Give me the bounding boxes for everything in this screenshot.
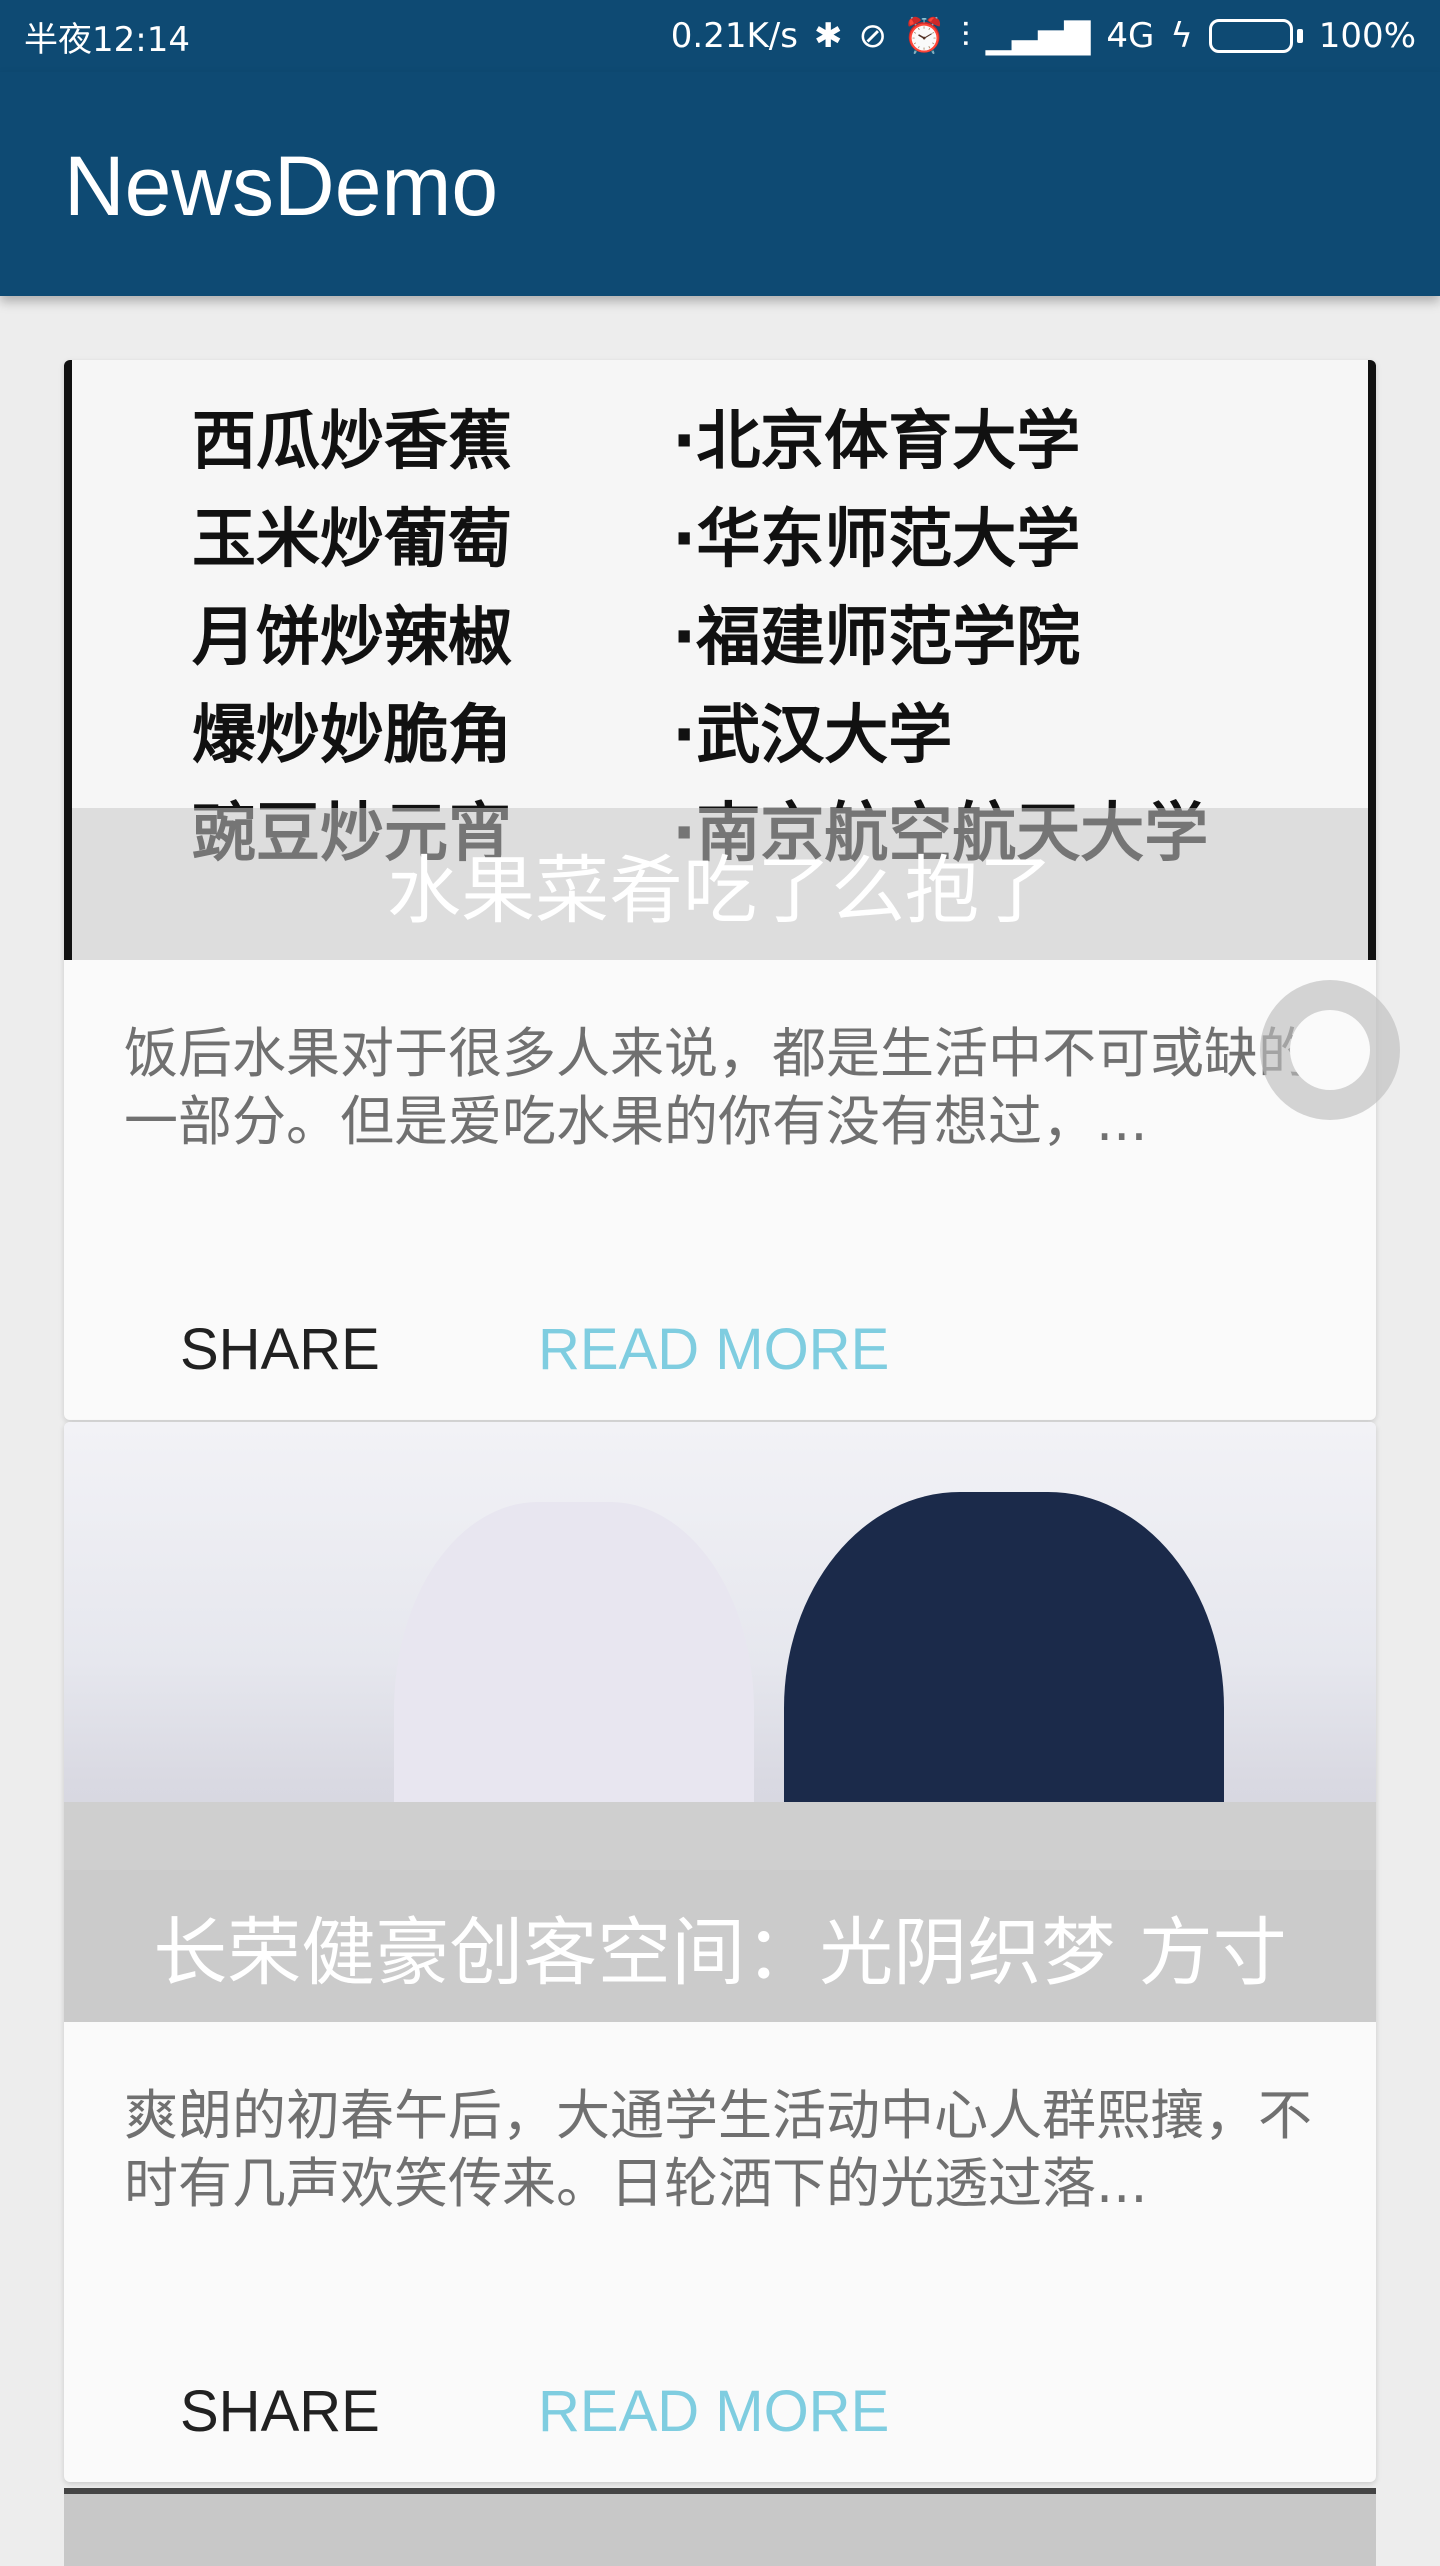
news-card-2[interactable]: 长荣健豪创客空间：光阴织梦 方寸 爽朗的初春午后，大通学生活动中心人群熙攘，不时… bbox=[64, 1422, 1376, 2482]
loading-spinner-icon bbox=[1260, 980, 1400, 1120]
share-button[interactable]: SHARE bbox=[180, 1316, 380, 1383]
share-button[interactable]: SHARE bbox=[180, 2378, 380, 2445]
image-row-left: 月饼炒辣椒 bbox=[192, 601, 512, 675]
status-left: 半夜12:14 bbox=[24, 12, 190, 61]
mute-icon: ⊘ bbox=[858, 16, 887, 56]
image-row: 爆炒妙脆角 ·武汉大学 bbox=[192, 684, 1248, 776]
read-more-button[interactable]: READ MORE bbox=[538, 2378, 889, 2445]
card-summary: 饭后水果对于很多人来说，都是生活中不可或缺的一部分。但是爱吃水果的你有没有想过，… bbox=[124, 1022, 1312, 1153]
vibrate-icon: ⫶ bbox=[961, 16, 970, 56]
image-row-right: ·北京体育大学 bbox=[672, 405, 1081, 479]
news-card-3-partial[interactable] bbox=[64, 2488, 1376, 2566]
status-time: 半夜12:14 bbox=[24, 19, 190, 60]
app-title: NewsDemo bbox=[64, 139, 499, 233]
image-row-right: ·福建师范学院 bbox=[672, 601, 1081, 675]
bluetooth-icon: ✱ bbox=[813, 16, 843, 56]
card-actions: SHARE READ MORE bbox=[64, 2342, 1376, 2482]
alarm-icon: ⏰ bbox=[902, 16, 946, 56]
image-row: 西瓜炒香蕉 ·北京体育大学 bbox=[192, 390, 1248, 482]
charging-icon: ϟ bbox=[1170, 16, 1193, 56]
image-row-left: 玉米炒葡萄 bbox=[192, 503, 512, 577]
network-speed: 0.21K/s bbox=[670, 16, 798, 56]
card-image[interactable]: 长荣健豪创客空间：光阴织梦 方寸 bbox=[64, 1422, 1376, 2022]
card-title-overlay: 水果菜肴吃了么抱了 bbox=[72, 808, 1368, 960]
image-row-right: ·武汉大学 bbox=[672, 699, 953, 773]
news-card-1[interactable]: 西瓜炒香蕉 ·北京体育大学 玉米炒葡萄 ·华东师范大学 月饼炒辣椒 ·福建师范学… bbox=[64, 360, 1376, 1420]
battery-icon bbox=[1208, 19, 1303, 53]
card-image[interactable]: 西瓜炒香蕉 ·北京体育大学 玉米炒葡萄 ·华东师范大学 月饼炒辣椒 ·福建师范学… bbox=[64, 360, 1376, 960]
app-bar: NewsDemo bbox=[0, 72, 1440, 296]
card-title: 水果菜肴吃了么抱了 bbox=[387, 847, 1053, 934]
status-right: 0.21K/s ✱ ⊘ ⏰ ⫶ ▁▃▅▇ 4G ϟ 100% bbox=[671, 16, 1416, 56]
image-row-left: 西瓜炒香蕉 bbox=[192, 405, 512, 479]
image-row-right: ·华东师范大学 bbox=[672, 503, 1081, 577]
network-type: 4G bbox=[1106, 16, 1155, 56]
card-summary: 爽朗的初春午后，大通学生活动中心人群熙攘，不时有几声欢笑传来。日轮洒下的光透过落… bbox=[124, 2084, 1312, 2215]
card-title: 长荣健豪创客空间：光阴织梦 方寸 bbox=[153, 1909, 1287, 1996]
card-actions: SHARE READ MORE bbox=[64, 1280, 1376, 1420]
status-bar: 半夜12:14 0.21K/s ✱ ⊘ ⏰ ⫶ ▁▃▅▇ 4G ϟ 100% bbox=[0, 0, 1440, 72]
signal-icon: ▁▃▅▇ bbox=[985, 16, 1091, 56]
image-row: 月饼炒辣椒 ·福建师范学院 bbox=[192, 586, 1248, 678]
image-row: 玉米炒葡萄 ·华东师范大学 bbox=[192, 488, 1248, 580]
card-title-overlay: 长荣健豪创客空间：光阴织梦 方寸 bbox=[64, 1870, 1376, 2022]
battery-percent: 100% bbox=[1318, 16, 1416, 56]
image-row-left: 爆炒妙脆角 bbox=[192, 699, 512, 773]
read-more-button[interactable]: READ MORE bbox=[538, 1316, 889, 1383]
